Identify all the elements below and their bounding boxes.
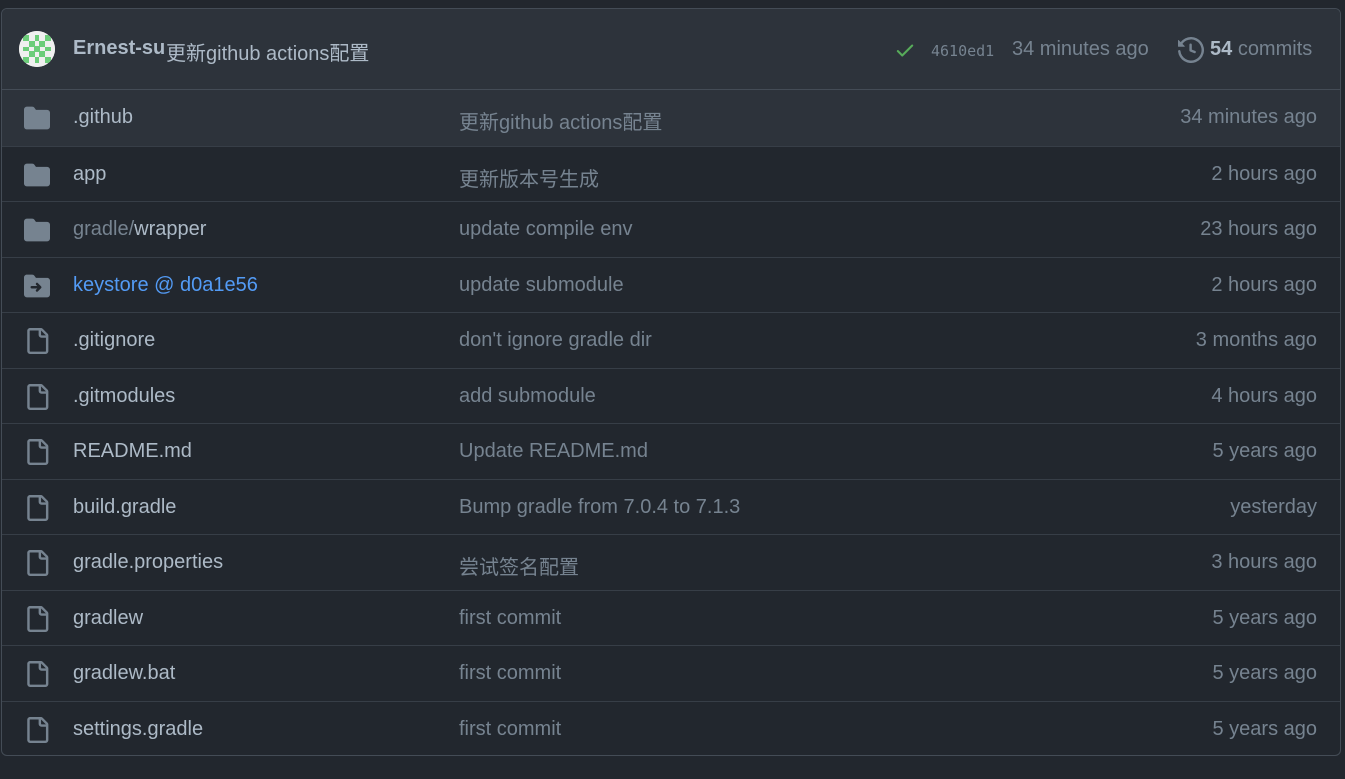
file-icon [27,328,49,354]
file-row[interactable]: .gitmodules add submodule 4 hours ago [2,367,1340,424]
history-icon[interactable] [1178,37,1204,63]
file-name-link[interactable]: gradle/wrapper [73,218,206,241]
file-icon [27,550,49,576]
folder-icon [24,218,50,242]
file-commit-message-link[interactable]: Update README.md [459,440,648,463]
file-commit-time: 5 years ago [1212,606,1317,629]
file-row[interactable]: keystore @ d0a1e56 update submodule 2 hour… [2,256,1340,313]
file-commit-message-link[interactable]: don't ignore gradle dir [459,329,652,352]
avatar-identicon-icon [19,31,55,67]
file-row[interactable]: gradlew.bat first commit 5 years ago [2,645,1340,701]
commit-count: 54 [1210,38,1233,60]
file-icon [27,716,49,743]
file-commit-time: 5 years ago [1212,662,1317,684]
file-row[interactable]: gradlew first commit 5 years ago [2,589,1340,646]
file-row[interactable]: .github 更新github actions配置 34 minutes ago [2,90,1340,146]
file-name-link[interactable]: .gitmodules [73,385,175,408]
file-name-text[interactable]: keystore @ d0a1e56 [73,274,258,296]
file-row[interactable]: gradle.properties 尝试签名配置 3 hours ago [2,534,1340,590]
submodule-icon [24,274,50,297]
file-list: .github 更新github actions配置 34 minutes ago a… [2,90,1340,756]
file-name-text[interactable]: build.gradle [73,496,176,518]
file-name-link[interactable]: app [73,163,106,186]
commit-author-link[interactable]: Ernest-su [73,37,165,60]
file-row[interactable]: app 更新版本号生成 2 hours ago [2,145,1340,202]
file-commit-message-link[interactable]: update submodule [459,274,624,297]
file-icon [27,439,49,465]
file-name-text[interactable]: .gitignore [73,329,155,351]
folder-icon [24,163,50,186]
file-name-link[interactable]: keystore @ d0a1e56 [73,274,258,297]
file-name-text[interactable]: gradle.properties [73,551,223,573]
file-commit-time: 4 hours ago [1211,384,1317,407]
file-row[interactable]: settings.gradle first commit 5 years ago [2,700,1340,756]
file-commit-message-link[interactable]: 更新版本号生成 [459,163,599,192]
file-name-link[interactable]: .gitignore [73,329,155,352]
file-path-prefix[interactable]: gradle/ [73,218,134,240]
check-icon[interactable] [894,39,916,61]
commits-link[interactable]: 54 commits [1210,38,1312,61]
file-name-link[interactable]: README.md [73,440,192,463]
file-commit-message-link[interactable]: Bump gradle from 7.0.4 to 7.1.3 [459,496,740,519]
commit-sha-link[interactable]: 4610ed1 [931,42,994,60]
commit-time: 34 minutes ago [1012,38,1149,60]
file-commit-time: 5 years ago [1212,717,1317,740]
file-name-link[interactable]: settings.gradle [73,718,203,741]
file-commit-time: 3 months ago [1195,329,1317,351]
file-commit-time: 34 minutes ago [1180,106,1317,128]
file-commit-message-link[interactable]: update compile env [459,218,632,241]
file-name-text[interactable]: gradlew [73,607,143,629]
file-commit-time: 2 hours ago [1211,162,1317,185]
file-browser: Ernest-su 更新github actions配置 4610ed1 34 … [1,8,1341,756]
avatar[interactable] [19,31,55,67]
file-row[interactable]: .gitignore don't ignore gradle dir 3 month… [2,312,1340,368]
commit-message-link[interactable]: 更新github actions配置 [166,37,369,66]
file-name-text[interactable]: wrapper [134,218,206,240]
file-commit-time: yesterday [1230,495,1317,518]
file-icon [27,494,49,521]
file-name-link[interactable]: .github [73,106,133,129]
file-name-link[interactable]: gradle.properties [73,551,223,574]
file-commit-time: 2 hours ago [1211,273,1317,296]
file-name-link[interactable]: gradlew.bat [73,662,175,685]
file-commit-message-link[interactable]: first commit [459,662,561,685]
file-name-link[interactable]: build.gradle [73,496,176,519]
file-name-text[interactable]: README.md [73,440,192,462]
file-commit-message-link[interactable]: first commit [459,607,561,630]
file-icon [27,661,49,687]
file-row[interactable]: README.md Update README.md 5 years ago [2,423,1340,479]
file-name-link[interactable]: gradlew [73,607,143,630]
file-commit-time: 23 hours ago [1200,218,1317,240]
file-icon [27,383,49,410]
file-name-text[interactable]: app [73,163,106,185]
file-commit-message-link[interactable]: first commit [459,718,561,741]
commits-label: commits [1237,38,1313,60]
file-commit-time: 3 hours ago [1211,551,1317,573]
file-commit-message-link[interactable]: 尝试签名配置 [459,551,579,580]
file-row[interactable]: build.gradle Bump gradle from 7.0.4 to 7.… [2,478,1340,535]
file-name-text[interactable]: gradlew.bat [73,662,175,684]
file-icon [27,605,49,632]
file-name-text[interactable]: .github [73,106,133,128]
file-commit-message-link[interactable]: add submodule [459,385,596,408]
file-commit-time: 5 years ago [1212,440,1317,462]
file-name-text[interactable]: .gitmodules [73,385,175,407]
file-name-text[interactable]: settings.gradle [73,718,203,740]
file-row[interactable]: gradle/wrapper update compile env 23 hours… [2,201,1340,257]
latest-commit-header: Ernest-su 更新github actions配置 4610ed1 34 … [2,9,1340,90]
file-commit-message-link[interactable]: 更新github actions配置 [459,106,662,135]
folder-icon [24,106,50,130]
